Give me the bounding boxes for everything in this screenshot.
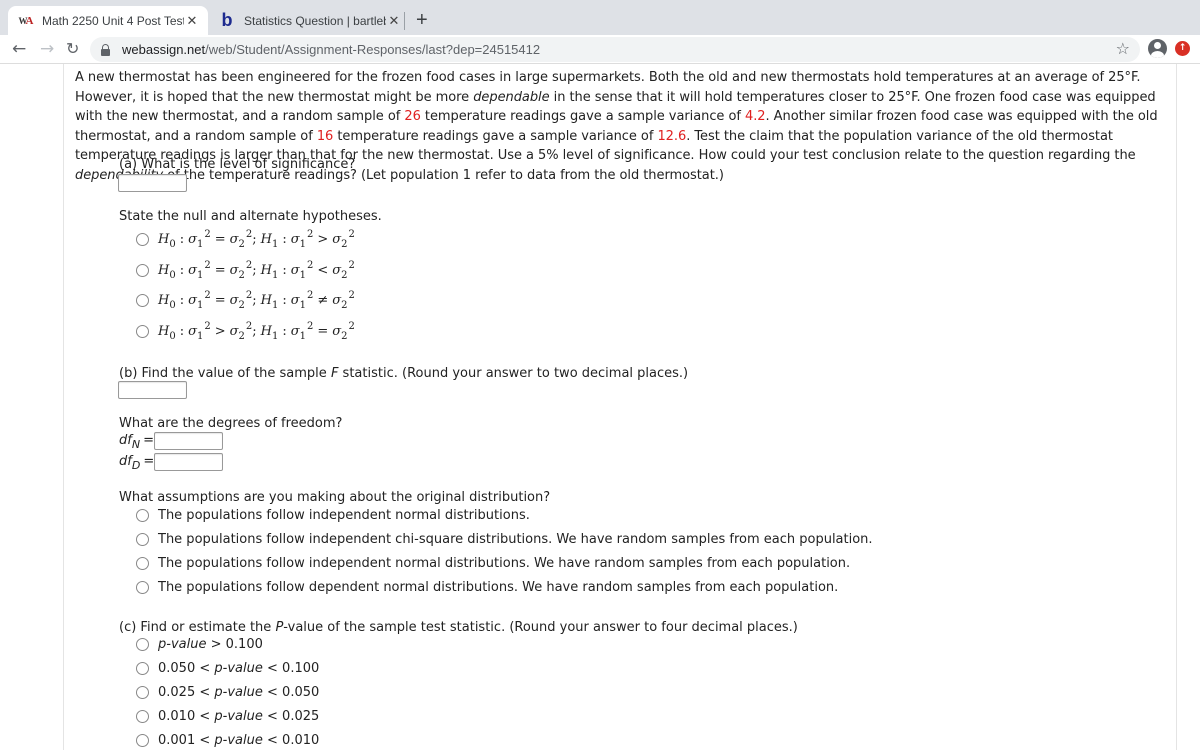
url-text[interactable]: webassign.net/web/Student/Assignment-Res… [122,42,540,57]
pvalue-text: p-value > 0.100 [158,637,263,652]
tab-bartleby[interactable]: b Statistics Question | bartleby ✕ [210,6,410,35]
hypotheses-label: State the null and alternate hypotheses. [119,209,382,224]
sample-variance-new: 4.2 [744,109,766,124]
pvalue-option[interactable]: 0.050 < p-value < 0.100 [136,661,319,676]
pvalue-text: 0.010 < p-value < 0.025 [158,709,320,724]
radio-button[interactable] [136,557,149,570]
radio-button[interactable] [136,638,149,651]
sample-variance-old: 12.6 [657,128,687,144]
hypothesis-text: H0: σ12 > σ22; H1: σ12 = σ22 [158,321,355,342]
bartleby-icon: b [221,10,233,30]
f-statistic-input[interactable] [118,381,187,399]
radio-button[interactable] [136,233,149,246]
browser-toolbar: ← → ↻ webassign.net/web/Student/Assignme… [0,35,1200,64]
df-denominator-input[interactable] [154,453,223,471]
radio-button[interactable] [136,734,149,747]
bookmark-star-icon[interactable]: ☆ [1116,39,1130,58]
df-numerator-label: dfN = [119,433,154,451]
df-numerator-input[interactable] [154,432,223,450]
page-content: A new thermostat has been engineered for… [0,64,1200,750]
assumption-text: The populations follow independent chi-s… [158,532,873,547]
part-c-label: (c) Find or estimate the P-value of the … [119,620,798,635]
hypothesis-option[interactable]: H0: σ12 = σ22; H1: σ12 < σ22 [136,260,355,281]
profile-avatar-icon[interactable] [1148,39,1167,58]
radio-button[interactable] [136,509,149,522]
right-gutter [1176,64,1200,750]
hypothesis-option[interactable]: H0: σ12 > σ22; H1: σ12 = σ22 [136,321,355,342]
close-tab-icon[interactable]: ✕ [386,13,402,29]
assumption-text: The populations follow dependent normal … [158,580,839,595]
assumption-option[interactable]: The populations follow independent norma… [136,508,530,523]
address-bar[interactable]: webassign.net/web/Student/Assignment-Res… [90,37,1140,62]
radio-button[interactable] [136,662,149,675]
radio-button[interactable] [136,325,149,338]
assumption-option[interactable]: The populations follow dependent normal … [136,580,838,595]
hypothesis-text: H0: σ12 = σ22; H1: σ12 > σ22 [158,229,355,250]
tab-webassign[interactable]: WA Math 2250 Unit 4 Post Test Re ✕ [8,6,208,35]
tab-separator [404,12,405,30]
tab-title: Math 2250 Unit 4 Post Test Re [42,13,184,28]
pvalue-text: 0.001 < p-value < 0.010 [158,733,320,748]
reload-icon[interactable]: ↻ [66,38,79,60]
radio-button[interactable] [136,710,149,723]
pvalue-text: 0.050 < p-value < 0.100 [158,661,320,676]
pvalue-option[interactable]: 0.010 < p-value < 0.025 [136,709,319,724]
radio-button[interactable] [136,686,149,699]
hypothesis-option[interactable]: H0: σ12 = σ22; H1: σ12 > σ22 [136,229,355,250]
url-path: /web/Student/Assignment-Responses/last?d… [205,42,541,57]
radio-button[interactable] [136,294,149,307]
assumption-option[interactable]: The populations follow independent chi-s… [136,532,873,547]
update-icon[interactable]: ↑ [1175,41,1190,56]
sample-size-old: 16 [316,128,334,144]
assumption-option[interactable]: The populations follow independent norma… [136,556,850,571]
hypothesis-text: H0: σ12 = σ22; H1: σ12 < σ22 [158,260,355,281]
left-gutter [0,64,64,750]
tab-strip: WA Math 2250 Unit 4 Post Test Re ✕ b Sta… [0,0,1200,35]
df-question-label: What are the degrees of freedom? [119,416,343,431]
assumptions-label: What assumptions are you making about th… [119,490,551,505]
new-tab-button[interactable]: + [416,8,428,32]
hypothesis-text: H0: σ12 = σ22; H1: σ12 ≠ σ22 [158,290,355,311]
forward-arrow-icon[interactable]: → [40,38,54,60]
pvalue-text: 0.025 < p-value < 0.050 [158,685,320,700]
assumption-text: The populations follow independent norma… [158,556,851,571]
close-tab-icon[interactable]: ✕ [184,13,200,29]
back-arrow-icon[interactable]: ← [12,38,26,60]
radio-button[interactable] [136,581,149,594]
significance-level-input[interactable] [118,174,187,192]
pvalue-option[interactable]: 0.001 < p-value < 0.010 [136,733,319,748]
radio-button[interactable] [136,533,149,546]
pvalue-option[interactable]: 0.025 < p-value < 0.050 [136,685,319,700]
sample-size-new: 26 [404,109,421,124]
url-domain: webassign.net [122,42,206,57]
assumption-text: The populations follow independent norma… [158,508,530,523]
part-a-label: (a) What is the level of significance? [119,157,356,172]
radio-button[interactable] [136,264,149,277]
part-b-label: (b) Find the value of the sample F stati… [119,366,689,381]
pvalue-option[interactable]: p-value > 0.100 [136,637,263,652]
tab-title: Statistics Question | bartleby [244,13,386,28]
lock-icon[interactable] [100,43,112,57]
webassign-icon: WA [18,14,34,27]
hypothesis-option[interactable]: H0: σ12 = σ22; H1: σ12 ≠ σ22 [136,290,355,311]
df-denominator-label: dfD = [119,454,155,472]
